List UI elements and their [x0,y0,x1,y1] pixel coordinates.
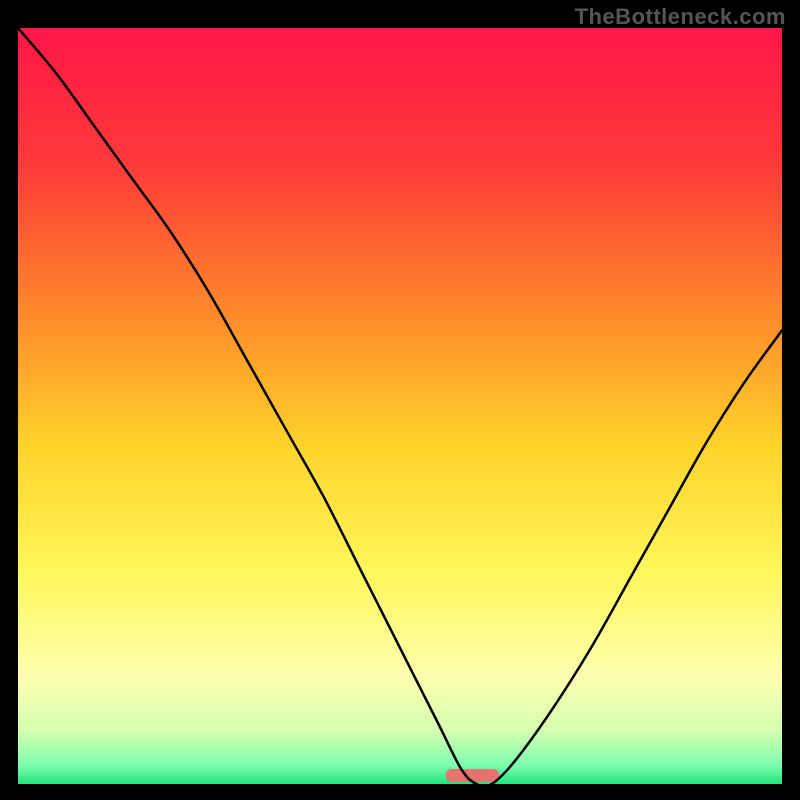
watermark-text: TheBottleneck.com [575,4,786,30]
chart-frame: TheBottleneck.com [0,0,800,800]
chart-svg [18,28,782,784]
bottleneck-chart [18,28,782,784]
gradient-background [18,28,782,784]
optimal-marker [446,769,500,782]
